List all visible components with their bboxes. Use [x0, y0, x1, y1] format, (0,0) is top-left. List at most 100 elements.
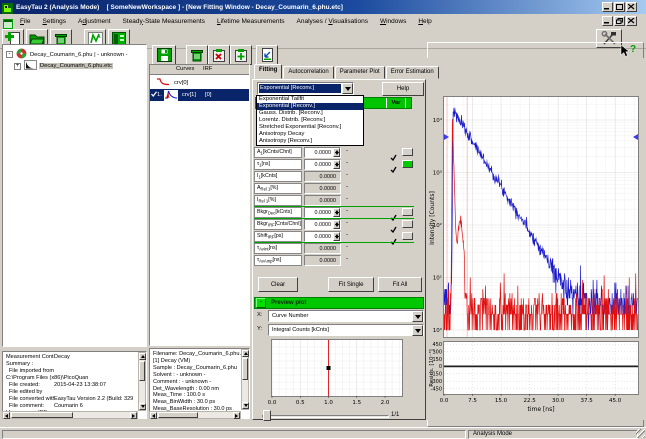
- tree-root-label[interactable]: Decay_Coumarin_6.phu | - unknown -: [29, 52, 129, 58]
- fileinfo-vscrollbar[interactable]: [241, 349, 249, 410]
- combo-dropdown-icon[interactable]: [342, 83, 353, 94]
- minimize-button[interactable]: [602, 2, 613, 12]
- workspace-tree: - Decay_Coumarin_6.phu | - unknown - + D…: [2, 44, 147, 347]
- model-option-4[interactable]: Stretched Exponential [Reconv.]: [257, 124, 363, 131]
- scroll-up-icon[interactable]: [242, 350, 249, 357]
- combo-dropdown-icon[interactable]: [412, 311, 423, 322]
- preview-y-combobox[interactable]: Integral Counts [kCnts]: [268, 324, 424, 336]
- remove-from-clipboard-button[interactable]: [208, 45, 230, 65]
- param-label: τAvInt[ns]: [254, 243, 302, 254]
- file-info-line: Sample : Decay_Coumarin_6.phu: [153, 365, 241, 372]
- menu-steady-state-measurements[interactable]: Steady-State Measurements: [117, 17, 211, 26]
- scroll-thumb[interactable]: [242, 358, 248, 380]
- preview-plot-canvas[interactable]: [262, 338, 408, 406]
- fit-all-button[interactable]: Fit All: [378, 277, 422, 292]
- clear-button[interactable]: Clear: [258, 277, 298, 292]
- combo-dropdown-icon[interactable]: [412, 325, 423, 336]
- spinner-icon[interactable]: [333, 160, 340, 169]
- summary-line: File created:2015-04-23 13:38:07: [6, 382, 136, 389]
- menu-file[interactable]: File: [14, 17, 37, 26]
- param-value-input[interactable]: 0.0000: [304, 159, 341, 170]
- summary-hscrollbar[interactable]: [2, 411, 138, 419]
- tab-error-estimation[interactable]: Error Estimation: [386, 66, 439, 79]
- fit-model-combobox[interactable]: Exponential [Reconv.]: [257, 82, 354, 95]
- tab-parameter-plot[interactable]: Parameter Plot: [335, 66, 385, 79]
- curve-row-1[interactable]: 1. crv[1] [0]: [150, 89, 249, 101]
- param-value-input[interactable]: 0.0000: [304, 231, 341, 242]
- model-option-5[interactable]: Anisotropy Decay: [257, 131, 363, 138]
- spinner-icon[interactable]: [333, 148, 340, 157]
- scroll-thumb[interactable]: [139, 361, 145, 381]
- param-value-input[interactable]: 0.0000: [304, 207, 341, 218]
- add-to-clipboard-button[interactable]: [230, 45, 252, 65]
- scroll-down-icon[interactable]: [242, 402, 249, 409]
- fileinfo-hscrollbar[interactable]: [149, 411, 241, 419]
- param-value-input[interactable]: 0.0000: [304, 219, 341, 230]
- model-option-1[interactable]: Exponential [Reconv.]: [257, 103, 363, 110]
- param-error: -: [346, 208, 348, 214]
- decay-plot-canvas[interactable]: [427, 58, 644, 420]
- param-link-button[interactable]: [402, 232, 413, 240]
- model-option-6[interactable]: Anisotropy [Reconv.]: [257, 138, 363, 145]
- param-row-7: ShiftIRF[ps]0.0000-: [254, 231, 414, 243]
- model-option-0[interactable]: Exponential Tailfit: [257, 96, 363, 103]
- curve-row-0[interactable]: crv[0]: [150, 77, 249, 88]
- save-curve-button[interactable]: [152, 45, 176, 65]
- scroll-up-icon[interactable]: [139, 353, 146, 360]
- slider-thumb[interactable]: [263, 410, 271, 421]
- child-restore-button[interactable]: [614, 16, 625, 26]
- resize-grip[interactable]: [636, 429, 645, 438]
- curve-name[interactable]: crv[0]: [174, 80, 188, 86]
- collapse-icon[interactable]: -: [256, 298, 266, 308]
- param-label: I1[kCnts]: [254, 171, 302, 182]
- close-button[interactable]: [626, 2, 637, 12]
- help-button[interactable]: Help: [382, 82, 424, 96]
- tree-child-item[interactable]: + Decay_Coumarin_6.phu.etc: [14, 60, 113, 72]
- scroll-right-icon[interactable]: [130, 412, 137, 419]
- scroll-right-icon[interactable]: [233, 412, 240, 419]
- menu-analyses-visualisations[interactable]: Analyses / Visualisations: [291, 17, 374, 26]
- easytau-window: EasyTau 2 (Analysis Mode) [ SomeNewWorks…: [0, 0, 646, 439]
- fit-model-selected: Exponential [Reconv.]: [259, 84, 341, 93]
- child-close-button[interactable]: [626, 16, 637, 26]
- param-error: -: [346, 148, 348, 154]
- model-option-2[interactable]: Gauss. Distrib. [Reconv.]: [257, 110, 363, 117]
- param-value-readonly: 0.0000: [304, 171, 341, 182]
- tree-child-label[interactable]: Decay_Coumarin_6.phu.etc: [39, 63, 113, 69]
- param-row-8: τAvInt[ns]0.0000-: [254, 243, 414, 255]
- summary-vscrollbar[interactable]: [138, 352, 146, 411]
- expand-box-icon[interactable]: +: [14, 63, 21, 70]
- collapse-box-icon[interactable]: -: [6, 51, 13, 58]
- fit-single-button[interactable]: Fit Single: [328, 277, 374, 292]
- menu-windows[interactable]: Windows: [374, 17, 412, 26]
- maximize-button[interactable]: [614, 2, 625, 12]
- param-link-button[interactable]: [402, 160, 413, 168]
- scroll-thumb[interactable]: [158, 412, 198, 418]
- scroll-down-icon[interactable]: [139, 403, 146, 410]
- delete-curve-button[interactable]: [186, 45, 208, 65]
- model-option-3[interactable]: Lorentz. Distrib. [Reconv.]: [257, 117, 363, 124]
- export-report-button[interactable]: [256, 45, 278, 65]
- menu-lifetime-measurements[interactable]: Lifetime Measurements: [211, 17, 291, 26]
- curve-list: Curves IRF crv[0] 1. crv[1] [0]: [149, 64, 250, 346]
- tab-autocorrelation[interactable]: Autocorrelation: [283, 66, 333, 79]
- spinner-icon[interactable]: [333, 220, 340, 229]
- param-link-button[interactable]: [402, 208, 413, 216]
- menu-help[interactable]: Help: [412, 17, 437, 26]
- curve-slider[interactable]: [262, 415, 389, 418]
- scroll-thumb[interactable]: [11, 412, 73, 418]
- spinner-icon[interactable]: [333, 232, 340, 241]
- preview-x-combobox[interactable]: Curve Number: [268, 310, 424, 322]
- spinner-icon[interactable]: [333, 208, 340, 217]
- scroll-left-icon[interactable]: [150, 412, 157, 419]
- scroll-left-icon[interactable]: [3, 412, 10, 419]
- red-curve-icon: [156, 77, 170, 88]
- tab-fitting[interactable]: Fitting: [254, 64, 282, 79]
- child-minimize-button[interactable]: [602, 16, 613, 26]
- menu-adjustment[interactable]: Adjustment: [72, 17, 117, 26]
- param-link-button[interactable]: [402, 220, 413, 228]
- curve-name[interactable]: crv[1]: [182, 92, 196, 98]
- menu-settings[interactable]: Settings: [37, 17, 73, 26]
- param-link-button[interactable]: [402, 148, 413, 156]
- param-value-input[interactable]: 0.0000: [304, 147, 341, 158]
